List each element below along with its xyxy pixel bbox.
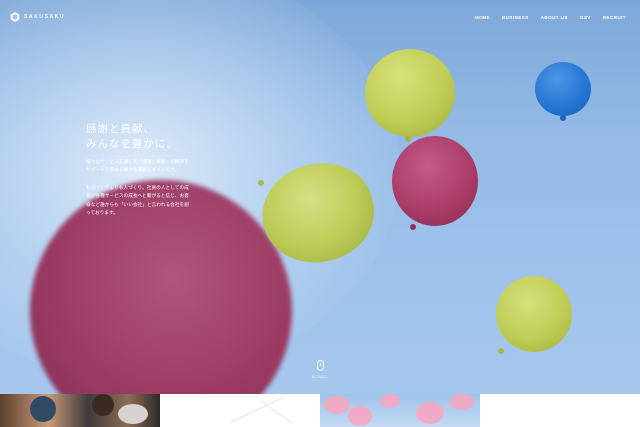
- balloon-green-bottom: [496, 276, 572, 352]
- hero-section: SAKUSAKU HOME BUSINESS ABOUT US GSV RECR…: [0, 0, 640, 394]
- logo-text: SAKUSAKU: [24, 14, 66, 20]
- tile-graphic[interactable]: [480, 394, 640, 427]
- balloon-green-top: [365, 49, 455, 137]
- blossom: [348, 406, 372, 426]
- blossom: [450, 394, 474, 410]
- logo[interactable]: SAKUSAKU: [10, 12, 65, 22]
- scroll-indicator[interactable]: SCROLL: [311, 360, 329, 379]
- blossom: [324, 396, 350, 414]
- tile-team-photo[interactable]: [0, 394, 160, 427]
- nav-business[interactable]: BUSINESS: [502, 15, 529, 20]
- tile-cherry-blossom-photo[interactable]: [320, 394, 480, 427]
- logo-icon: [10, 12, 20, 22]
- tile-graphic[interactable]: [160, 394, 320, 427]
- photo-figure: [92, 394, 114, 416]
- balloon-knot: [410, 224, 416, 230]
- blossom: [416, 402, 444, 424]
- nav-about-us[interactable]: ABOUT US: [541, 15, 568, 20]
- balloon-blue: [535, 62, 591, 116]
- nav-recruit[interactable]: RECRUIT: [603, 15, 626, 20]
- balloon-knot: [405, 136, 411, 142]
- hero-heading: 感謝と貢献、 みんなを豊かに。: [86, 122, 178, 152]
- main-nav: HOME BUSINESS ABOUT US GSV RECRUIT: [475, 15, 626, 20]
- hero-heading-line1: 感謝と貢献、: [86, 123, 155, 135]
- photo-figure: [30, 396, 56, 422]
- photo-laptop: [118, 404, 148, 424]
- mouse-icon: [316, 360, 324, 371]
- balloon-knot: [498, 348, 504, 354]
- graphic-line: [483, 394, 518, 404]
- hero-paragraph-2: ものづくりよりも人づくり。社員の人としての成長が各種サービスの成長へと繋がると信…: [86, 185, 189, 216]
- scroll-label: SCROLL: [311, 375, 329, 379]
- nav-home[interactable]: HOME: [475, 15, 490, 20]
- blossom: [380, 394, 400, 408]
- hero-heading-line2: みんなを豊かに。: [86, 138, 178, 150]
- balloon-magenta-small: [392, 136, 478, 226]
- graphic-line: [259, 400, 294, 424]
- nav-gsv[interactable]: GSV: [580, 15, 591, 20]
- balloon-knot: [560, 115, 566, 121]
- graphic-line: [229, 396, 285, 423]
- balloon-knot: [258, 180, 264, 186]
- content-strip: [0, 394, 640, 427]
- hero-paragraph-1: 様々なサービスを通して「感謝と貢献」の精神をサポートを求める様々な事業をメインで…: [86, 159, 189, 173]
